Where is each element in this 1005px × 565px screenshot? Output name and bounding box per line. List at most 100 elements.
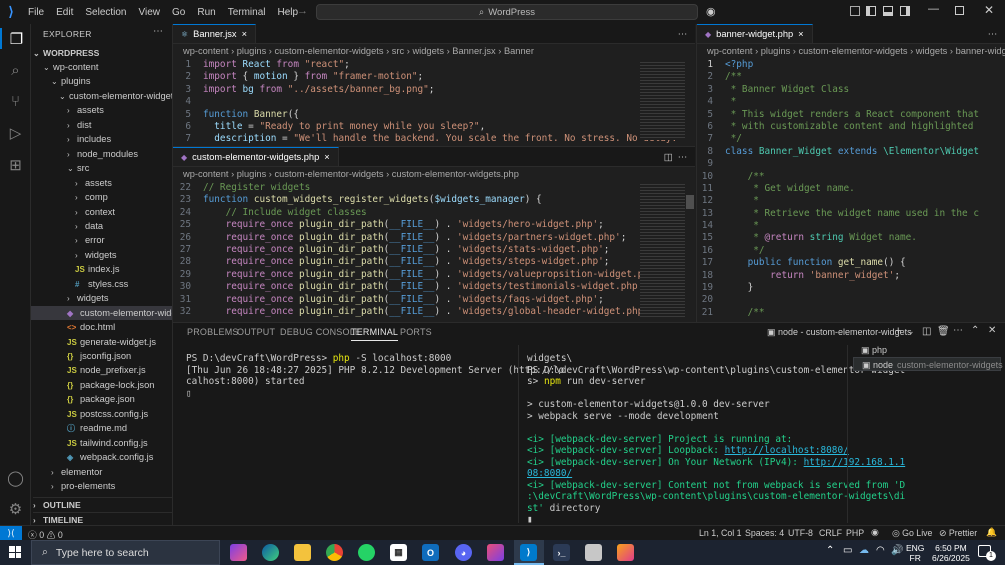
file-doc-html[interactable]: <> doc.html <box>31 320 172 334</box>
file-readme-md[interactable]: ⓘ readme.md <box>31 421 172 435</box>
volume-icon[interactable]: 🔊 <box>891 545 903 556</box>
windows-start-icon[interactable] <box>9 546 21 558</box>
folder-assets[interactable]: › assets <box>31 103 172 117</box>
figma-app-icon[interactable] <box>617 544 634 561</box>
menu-go[interactable]: Go <box>166 7 191 18</box>
terminal-session-php[interactable]: ▣ php <box>853 343 1001 357</box>
notepad-icon[interactable] <box>585 544 602 561</box>
code-main-php[interactable]: 22// Register widgets 23 function custom_… <box>173 182 695 322</box>
manage-gear-icon[interactable]: ⚙ <box>5 498 26 519</box>
extensions-icon[interactable]: ⊞ <box>5 154 26 175</box>
file-generate-widget-js[interactable]: JS generate-widget.js <box>31 335 172 349</box>
close-tab-icon[interactable]: × <box>798 29 803 39</box>
split-editor-icon[interactable]: ◫ ⋯ <box>664 147 695 166</box>
menu-selection[interactable]: Selection <box>79 7 132 18</box>
back-arrow-icon[interactable]: ← <box>280 5 291 17</box>
breadcrumb-item[interactable]: wp-content <box>183 46 228 56</box>
folder-widgets[interactable]: › widgets <box>31 248 172 262</box>
menu-run[interactable]: Run <box>191 7 221 18</box>
terminal-app-icon[interactable]: ›_ <box>553 544 570 561</box>
editor-scrollbar[interactable] <box>686 195 694 209</box>
file-jsconfig-json[interactable]: {} jsconfig.json <box>31 349 172 363</box>
source-control-icon[interactable]: ⑂ <box>5 91 26 112</box>
notifications-bell-icon[interactable]: 🔔 <box>986 527 997 538</box>
terminal-session-node[interactable]: ▣ node custom-elementor-widgets <box>853 357 1003 371</box>
close-window-icon[interactable]: ✕ <box>984 3 994 17</box>
close-tab-icon[interactable]: × <box>242 29 247 39</box>
folder-widgets[interactable]: › widgets <box>31 291 172 305</box>
file-package-lock-json[interactable]: {} package-lock.json <box>31 378 172 392</box>
edge-browser-icon[interactable] <box>262 544 279 561</box>
copilot-app-icon[interactable] <box>230 544 247 561</box>
close-panel-icon[interactable]: ✕ <box>988 325 996 336</box>
close-tab-icon[interactable]: × <box>324 152 329 162</box>
folder-wp-content[interactable]: ⌄ wp-content <box>31 60 172 74</box>
file-styles-css[interactable]: # styles.css <box>31 277 172 291</box>
menu-edit[interactable]: Edit <box>50 7 79 18</box>
toggle-sidebar-icon[interactable] <box>866 6 876 16</box>
breadcrumb-item[interactable]: plugins <box>237 46 266 56</box>
folder-custom-elementor-widgets[interactable]: ⌄ custom-elementor-widgets <box>31 89 172 103</box>
copilot-pwa-icon[interactable] <box>487 544 504 561</box>
indentation[interactable]: Spaces: 4 <box>745 528 784 538</box>
language-mode[interactable]: PHP <box>846 528 864 538</box>
explorer-icon[interactable]: ❐ <box>0 28 31 49</box>
workspace-root[interactable]: ⌄ WORDPRESS <box>33 46 99 60</box>
microsoft-store-icon[interactable]: ▦ <box>390 544 407 561</box>
line-endings[interactable]: CRLF <box>819 528 842 538</box>
tab-output[interactable]: OUTPUT <box>237 327 275 337</box>
breadcrumb-item[interactable]: custom-elementor-widgets <box>274 46 383 56</box>
minimap[interactable] <box>640 182 685 317</box>
minimize-icon[interactable]: — <box>928 3 939 15</box>
breadcrumb-item[interactable]: plugins <box>761 46 790 56</box>
code-banner-jsx[interactable]: 1 import React from "react"; 2 import { mo… <box>173 59 695 146</box>
chrome-icon[interactable] <box>326 544 343 561</box>
new-terminal-icon[interactable]: + <box>895 325 901 337</box>
tab-problems[interactable]: PROBLEMS <box>187 327 239 337</box>
terminal-php[interactable]: PS D:\devCraft\WordPress> php -S localho… <box>186 353 564 399</box>
folder-assets[interactable]: › assets <box>31 176 172 190</box>
maximize-icon[interactable] <box>955 6 964 15</box>
folder-src[interactable]: ⌄ src <box>31 161 172 175</box>
go-live-button[interactable]: ◎ Go Live <box>892 528 932 539</box>
file-custom-elementor-widge-[interactable]: ◆custom-elementor-widge... <box>31 305 172 320</box>
discord-icon[interactable]: ◕ <box>455 544 472 561</box>
customize-layout-icon[interactable] <box>850 6 860 16</box>
onedrive-icon[interactable]: ☁ <box>859 545 869 556</box>
breadcrumb-item[interactable]: plugins <box>237 169 266 179</box>
toggle-secondary-sidebar-icon[interactable] <box>900 6 910 16</box>
file-tailwind-config-js[interactable]: JS tailwind.config.js <box>31 436 172 450</box>
account-icon[interactable]: ◯ <box>5 467 26 488</box>
breadcrumb-item[interactable]: custom-elementor-widgets <box>274 169 383 179</box>
breadcrumb-item[interactable]: widgets <box>916 46 948 56</box>
outline-section[interactable]: › OUTLINE <box>33 497 172 511</box>
tab-debug-console[interactable]: DEBUG CONSOLE <box>280 327 361 337</box>
outlook-icon[interactable]: O <box>422 544 439 561</box>
folder-pro-elements[interactable]: › pro-elements <box>31 479 172 493</box>
prettier-button[interactable]: ⊘ Prettier <box>939 528 977 539</box>
clock[interactable]: 6:50 PM 6/26/2025 <box>932 543 970 563</box>
vscode-taskbar-icon[interactable]: ⟩ <box>520 544 537 561</box>
tab-banner-jsx[interactable]: ⚛ Banner.jsx × <box>173 24 257 43</box>
show-hidden-icons-icon[interactable]: ⌃ <box>826 545 834 556</box>
forward-arrow-icon[interactable]: → <box>297 5 308 17</box>
tab-banner-widget-php[interactable]: ◆ banner-widget.php × <box>697 24 813 43</box>
toggle-panel-icon[interactable] <box>883 6 893 16</box>
folder-node-modules[interactable]: › node_modules <box>31 147 172 161</box>
folder-data[interactable]: › data <box>31 219 172 233</box>
chevron-down-icon[interactable]: ⌄ <box>907 326 915 337</box>
tab-ports[interactable]: PORTS <box>400 327 432 337</box>
file-package-json[interactable]: {} package.json <box>31 392 172 406</box>
folder-elementor[interactable]: › elementor <box>31 465 172 479</box>
editor-more-icon[interactable]: ⋯ <box>678 24 695 43</box>
tab-custom-elementor-widgets-php[interactable]: ◆ custom-elementor-widgets.php × <box>173 147 339 166</box>
wifi-icon[interactable]: ◠ <box>876 545 885 556</box>
timeline-section[interactable]: › TIMELINE <box>33 512 172 525</box>
copilot-icon[interactable]: ◉ <box>706 5 716 18</box>
file-explorer-icon[interactable] <box>294 544 311 561</box>
breadcrumb-item[interactable]: custom-elementor-widgets.php <box>392 169 519 179</box>
remote-indicator-icon[interactable]: ⟩⟨ <box>0 526 22 540</box>
breadcrumb-item[interactable]: custom-elementor-widgets <box>798 46 907 56</box>
minimap[interactable] <box>640 60 685 140</box>
breadcrumb-item[interactable]: Banner <box>504 46 534 56</box>
